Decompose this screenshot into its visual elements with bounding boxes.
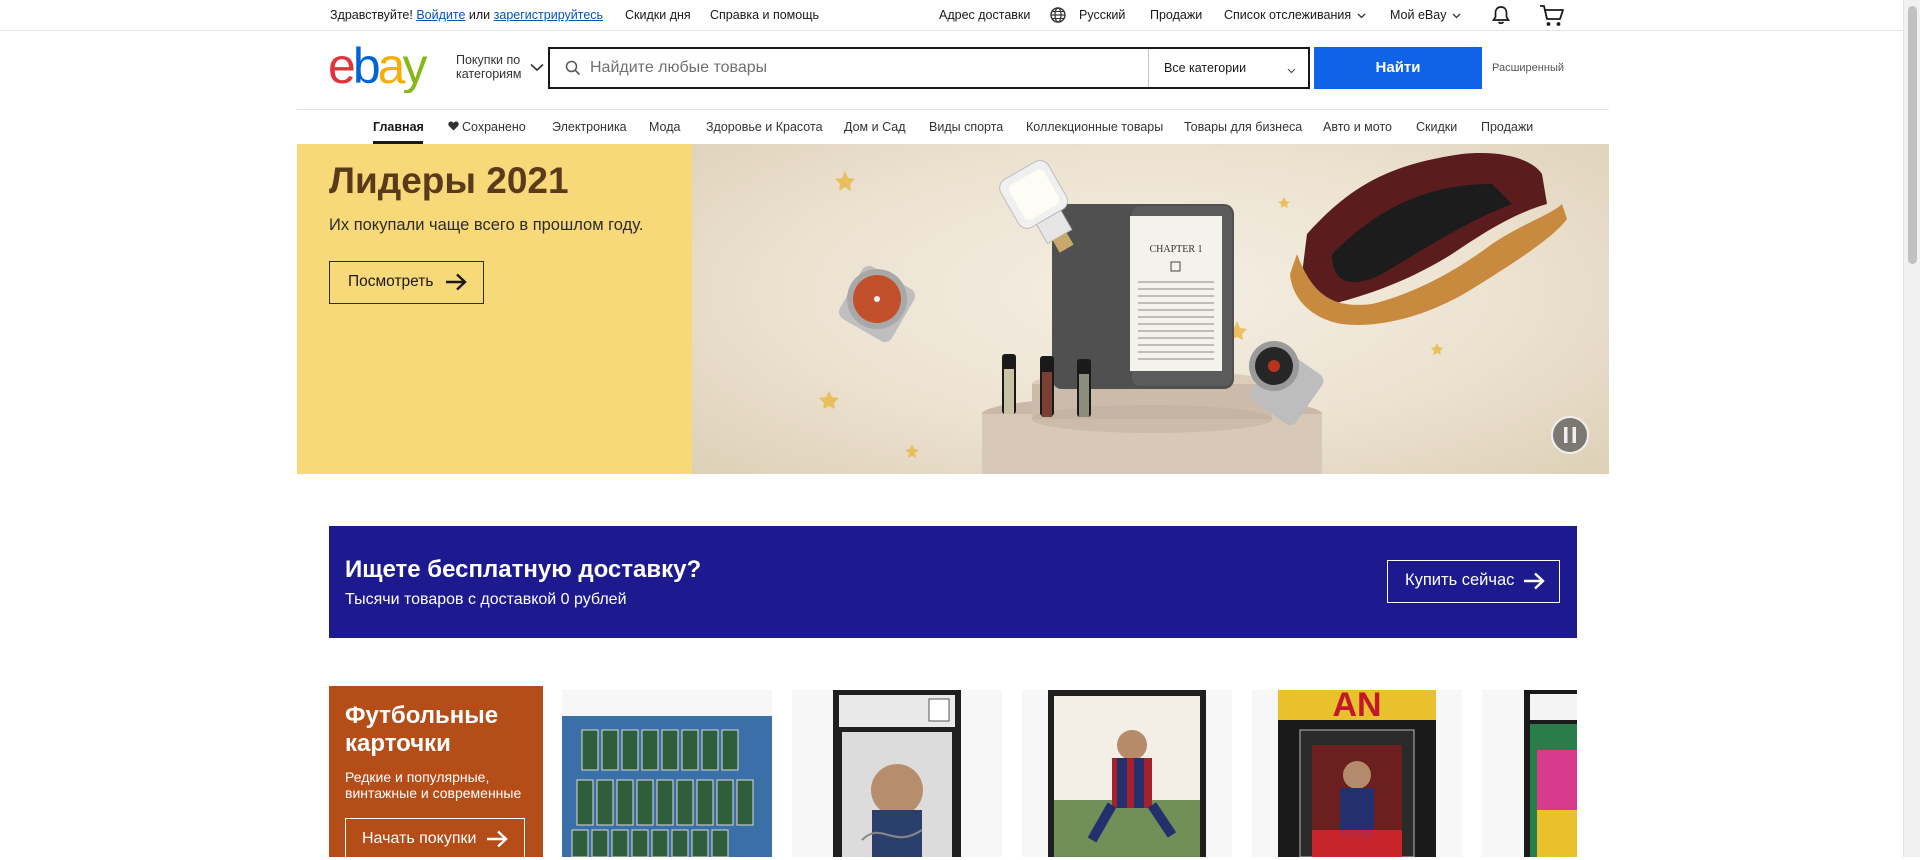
globe-icon[interactable] — [1050, 7, 1066, 26]
or-text: или — [468, 8, 491, 22]
nav-item-electronics[interactable]: Электроника — [552, 120, 627, 134]
chevron-down-icon — [1357, 13, 1366, 19]
advanced-search-link[interactable]: Расширенный — [1492, 62, 1564, 74]
product-image — [562, 716, 772, 857]
football-title-line2: карточки — [345, 730, 451, 757]
watchlist-menu[interactable]: Список отслеживания — [1224, 8, 1366, 22]
help-link[interactable]: Справка и помощь — [710, 8, 819, 22]
hero-title: Лидеры 2021 — [329, 160, 569, 201]
sneaker — [1290, 153, 1567, 325]
arrow-right-icon — [445, 273, 467, 296]
greeting: Здравствуйте! Войдите или зарегистрируйт… — [330, 8, 603, 22]
product-card[interactable]: AN — [1252, 690, 1462, 857]
cart-icon[interactable] — [1539, 4, 1565, 31]
lipsticks — [1002, 354, 1091, 417]
my-ebay-menu[interactable]: Мой eBay — [1390, 8, 1461, 22]
hero-view-button[interactable]: Посмотреть — [329, 261, 484, 304]
daily-deals-link[interactable]: Скидки дня — [625, 8, 691, 22]
free-shipping-banner[interactable]: Ищете бесплатную доставку? Тысячи товаро… — [329, 526, 1577, 638]
hero-image: CHAPTER 1 — [692, 144, 1609, 474]
language-selector[interactable]: Русский — [1079, 8, 1125, 22]
book-chapter-text: CHAPTER 1 — [1149, 244, 1202, 255]
category-select-value: Все категории — [1164, 61, 1247, 75]
product-card[interactable] — [792, 690, 1002, 857]
shop-now-button-label: Купить сейчас — [1405, 571, 1515, 589]
nav-item-motors[interactable]: Авто и мото — [1323, 120, 1392, 134]
football-title-line1: Футбольные — [345, 702, 499, 729]
football-cards-title: Футбольные карточки — [345, 702, 498, 758]
chevron-down-icon[interactable] — [530, 59, 544, 77]
watch-left — [838, 265, 916, 343]
arrow-right-icon — [486, 830, 508, 853]
nav-item-saved[interactable]: Сохранено — [448, 120, 526, 134]
product-image: AN — [1278, 690, 1436, 857]
nav-item-saved-label: Сохранено — [462, 120, 526, 134]
greeting-text: Здравствуйте! — [330, 8, 413, 22]
sell-link[interactable]: Продажи — [1150, 8, 1202, 22]
nav-item-sports[interactable]: Виды спорта — [929, 120, 1003, 134]
chevron-down-icon — [1452, 13, 1461, 19]
category-nav: Главная Сохранено Электроника Мода Здоро… — [297, 109, 1609, 144]
product-image — [1048, 690, 1206, 857]
arrow-right-icon — [1523, 572, 1545, 595]
nav-item-collectibles[interactable]: Коллекционные товары — [1026, 120, 1163, 134]
hero-text-panel: Лидеры 2021 Их покупали чаще всего в про… — [297, 144, 692, 474]
product-image — [833, 690, 961, 857]
shop-by-category-line1: Покупки по — [456, 53, 521, 67]
product-card[interactable] — [562, 690, 772, 857]
my-ebay-label: Мой eBay — [1390, 8, 1447, 22]
register-link[interactable]: зарегистрируйтесь — [494, 8, 603, 22]
nav-item-fashion[interactable]: Мода — [649, 120, 680, 134]
product-card[interactable] — [1022, 690, 1232, 857]
heart-icon — [448, 121, 459, 131]
shop-by-category-line2: категориям — [456, 67, 522, 81]
scrollbar-thumb[interactable] — [1908, 6, 1917, 264]
product-card[interactable] — [1482, 690, 1577, 857]
svg-text:AN: AN — [1332, 690, 1381, 724]
football-subtitle-line1: Редкие и популярные, — [345, 769, 490, 785]
notification-bell-icon[interactable] — [1490, 4, 1512, 29]
nav-item-deals[interactable]: Скидки — [1416, 120, 1457, 134]
hero-subtitle: Их покупали чаще всего в прошлом году. — [329, 216, 644, 234]
nav-item-home-garden[interactable]: Дом и Сад — [844, 120, 906, 134]
free-shipping-title: Ищете бесплатную доставку? — [345, 556, 702, 583]
start-shopping-button-label: Начать покупки — [362, 830, 477, 847]
hero-view-button-label: Посмотреть — [348, 273, 434, 290]
nav-item-home[interactable]: Главная — [373, 120, 424, 134]
page-scrollbar[interactable] — [1903, 0, 1920, 857]
shop-now-button[interactable]: Купить сейчас — [1387, 560, 1560, 603]
start-shopping-button[interactable]: Начать покупки — [345, 818, 525, 860]
pause-icon — [1564, 427, 1576, 443]
football-cards-panel: Футбольные карточки Редкие и популярные,… — [329, 686, 543, 860]
nav-item-sell[interactable]: Продажи — [1481, 120, 1533, 134]
signin-link[interactable]: Войдите — [416, 8, 465, 22]
watchlist-label: Список отслеживания — [1224, 8, 1352, 22]
ship-to-link[interactable]: Адрес доставки — [939, 8, 1030, 22]
svg-text:ebay: ebay — [328, 43, 427, 93]
pause-carousel-button[interactable] — [1551, 416, 1589, 454]
search-button[interactable]: Найти — [1314, 47, 1482, 89]
ebay-logo[interactable]: ebay — [328, 38, 448, 94]
category-select[interactable]: Все категории — [1148, 49, 1308, 87]
hero-banner[interactable]: Лидеры 2021 Их покупали чаще всего в про… — [297, 144, 1609, 474]
football-cards-subtitle: Редкие и популярные, винтажные и совреме… — [345, 769, 521, 801]
header: ebay Покупки по категориям Все категории… — [0, 31, 1903, 110]
free-shipping-subtitle: Тысячи товаров с доставкой 0 рублей — [345, 591, 627, 608]
nav-item-health-beauty[interactable]: Здоровье и Красота — [706, 120, 823, 134]
chevron-down-icon — [1287, 63, 1296, 77]
nav-item-business[interactable]: Товары для бизнеса — [1184, 120, 1302, 134]
top-bar: Здравствуйте! Войдите или зарегистрируйт… — [0, 0, 1903, 31]
football-subtitle-line2: винтажные и современные — [345, 785, 522, 801]
search-bar: Все категории — [548, 47, 1310, 89]
product-image — [1524, 690, 1577, 857]
shop-by-category-button[interactable]: Покупки по категориям — [456, 53, 522, 81]
search-input[interactable] — [590, 49, 1170, 87]
search-icon — [565, 60, 581, 81]
